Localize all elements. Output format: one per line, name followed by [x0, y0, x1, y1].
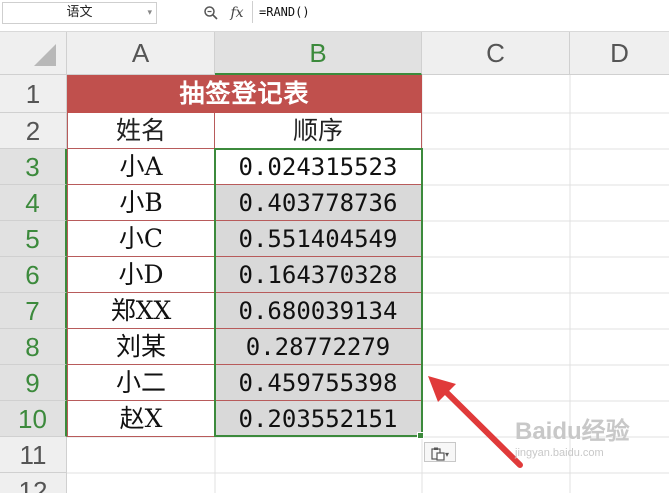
annotation-arrow-icon	[428, 376, 523, 468]
row-header-9[interactable]: 9	[0, 365, 67, 401]
order-value-cell[interactable]: 0.28772279	[215, 329, 422, 365]
order-value-cell[interactable]: 0.203552151	[215, 401, 422, 437]
row-header-7[interactable]: 7	[0, 293, 67, 329]
insert-function-button[interactable]: fx	[226, 3, 248, 23]
formula-text: =RAND()	[259, 5, 310, 19]
watermark-brand: Baidu经验	[515, 418, 630, 445]
formula-input[interactable]: =RAND()	[252, 1, 669, 23]
row-header-4[interactable]: 4	[0, 185, 67, 221]
name-cell[interactable]: 刘某	[67, 329, 215, 365]
select-all-corner[interactable]	[0, 32, 67, 75]
row-header-6[interactable]: 6	[0, 257, 67, 293]
select-all-triangle-icon	[34, 44, 56, 66]
name-cell[interactable]: 赵X	[67, 401, 215, 437]
row-header-12[interactable]: 12	[0, 473, 67, 493]
name-box-value: 语文	[66, 5, 93, 20]
column-header-a[interactable]: A	[67, 32, 215, 75]
name-cell[interactable]: 小C	[67, 221, 215, 257]
chevron-down-icon[interactable]: ▾	[147, 3, 152, 23]
header-order-cell[interactable]: 顺序	[215, 113, 422, 149]
row-header-5[interactable]: 5	[0, 221, 67, 257]
order-value-cell[interactable]: 0.551404549	[215, 221, 422, 257]
zoom-icon[interactable]	[200, 3, 222, 23]
name-cell[interactable]: 小二	[67, 365, 215, 401]
watermark-logo: Baidu经验 jingyan.baidu.com	[515, 418, 665, 468]
name-box[interactable]: 语文 ▾	[2, 2, 157, 24]
name-cell[interactable]: 小B	[67, 185, 215, 221]
column-header-d[interactable]: D	[570, 32, 669, 75]
row-header-11[interactable]: 11	[0, 437, 67, 473]
order-value-cell[interactable]: 0.164370328	[215, 257, 422, 293]
watermark-url: jingyan.baidu.com	[515, 447, 604, 459]
row-header-1[interactable]: 1	[0, 75, 67, 113]
column-header-c[interactable]: C	[422, 32, 570, 75]
order-value-cell[interactable]: 0.459755398	[215, 365, 422, 401]
row-header-8[interactable]: 8	[0, 329, 67, 365]
sheet-title-cell[interactable]: 抽签登记表	[67, 75, 422, 113]
row-header-3[interactable]: 3	[0, 149, 67, 185]
fx-label: fx	[230, 5, 244, 21]
name-cell[interactable]: 郑XX	[67, 293, 215, 329]
order-value-cell[interactable]: 0.680039134	[215, 293, 422, 329]
order-value-cell[interactable]: 0.024315523	[215, 149, 422, 185]
order-value-cell[interactable]: 0.403778736	[215, 185, 422, 221]
row-header-10[interactable]: 10	[0, 401, 67, 437]
column-header-b[interactable]: B	[215, 32, 422, 75]
row-header-2[interactable]: 2	[0, 113, 67, 149]
header-name-cell[interactable]: 姓名	[67, 113, 215, 149]
name-cell[interactable]: 小D	[67, 257, 215, 293]
name-cell[interactable]: 小A	[67, 149, 215, 185]
